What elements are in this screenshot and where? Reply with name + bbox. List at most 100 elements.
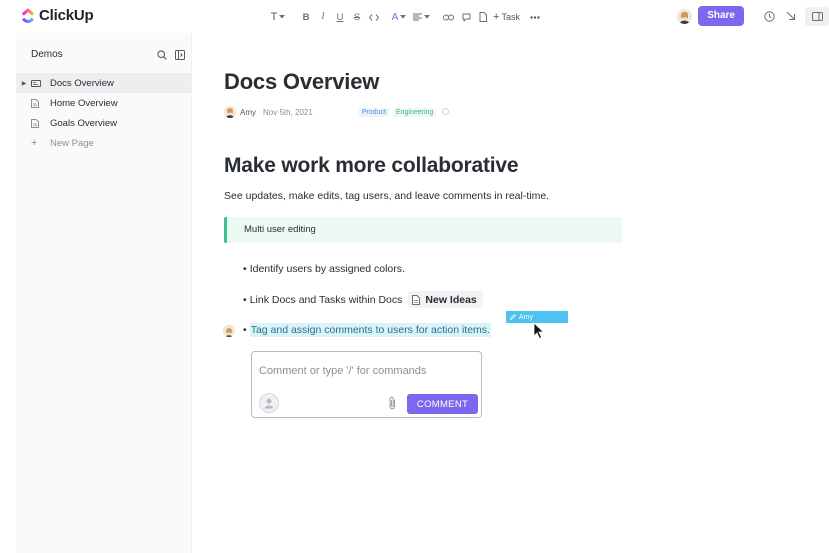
doc-meta: Amy Nov 5th, 2021 Product Engineering [224, 106, 452, 118]
add-tag-button[interactable] [439, 107, 452, 118]
italic-button[interactable]: I [318, 9, 328, 25]
add-task-button[interactable]: + Task [493, 9, 520, 25]
header-actions: Share [677, 6, 829, 26]
section-heading[interactable]: Make work more collaborative [224, 154, 519, 178]
sidebar-toggle-icon[interactable] [175, 50, 185, 60]
doc-overview-icon [31, 79, 43, 87]
app-name: ClickUp [39, 7, 94, 24]
text-style-icon: T [270, 11, 278, 23]
bullet-dot: • [243, 263, 247, 275]
task-label: Task [501, 12, 520, 22]
bullet-dot: • [243, 324, 247, 336]
page-icon [31, 98, 43, 108]
sidebar-actions [157, 50, 185, 60]
italic-icon: I [321, 12, 325, 22]
chevron-down-icon [423, 15, 430, 19]
more-button[interactable] [529, 9, 541, 25]
sidebar: Demos ▶ Docs Overview Home Overview Goal… [16, 33, 192, 553]
editor-toolbar: T B I U S A + Task [268, 9, 541, 25]
commenter-avatar [259, 393, 279, 413]
document-icon [412, 294, 421, 305]
bullet-item[interactable]: • Tag and assign comments to users for a… [243, 323, 491, 337]
insert-doc-button[interactable] [477, 9, 489, 25]
page-icon [31, 118, 43, 128]
strikethrough-icon: S [353, 11, 361, 23]
highlighted-text: Tag and assign comments to users for act… [249, 323, 491, 337]
doc-title[interactable]: Docs Overview [224, 69, 379, 95]
comment-input[interactable] [259, 365, 474, 377]
section-subtitle[interactable]: See updates, make edits, tag users, and … [224, 190, 549, 202]
clickup-logo-icon [21, 7, 35, 23]
mouse-pointer-icon [533, 322, 545, 340]
history-button[interactable] [763, 8, 775, 24]
underline-icon: U [336, 11, 344, 23]
strikethrough-button[interactable]: S [352, 9, 362, 25]
share-button[interactable]: Share [698, 6, 744, 26]
comment-box: COMMENT [251, 351, 482, 418]
collaborator-avatar [223, 324, 235, 342]
tag-icon [442, 107, 450, 115]
sidebar-item-label: Goals Overview [50, 117, 118, 129]
bullet-item[interactable]: • Link Docs and Tasks within Docs New Id… [243, 291, 483, 308]
top-bar: ClickUp T B I U S A + Task Share [0, 0, 829, 33]
document-icon [479, 12, 487, 22]
callout-block[interactable]: Multi user editing [224, 217, 622, 243]
chevron-down-icon [400, 15, 407, 19]
text-color-button[interactable]: A [390, 9, 408, 25]
sidebar-title: Demos [31, 49, 63, 60]
bullet-text: Link Docs and Tasks within Docs [249, 293, 403, 306]
pencil-icon [510, 314, 516, 320]
collaborator-avatar-icon [223, 326, 235, 337]
new-page-label: New Page [50, 137, 94, 149]
code-icon [369, 13, 379, 21]
arrow-down-right-icon [786, 11, 795, 20]
tag-product[interactable]: Product [358, 107, 389, 117]
doc-date: Nov 5th, 2021 [263, 107, 313, 117]
bold-button[interactable]: B [301, 9, 311, 25]
bullet-dot: • [243, 293, 247, 306]
link-button[interactable] [442, 9, 454, 25]
search-icon[interactable] [157, 50, 167, 60]
text-style-button[interactable]: T [268, 9, 288, 25]
author-avatar-icon [224, 106, 236, 118]
underline-button[interactable]: U [335, 9, 345, 25]
collapse-button[interactable] [785, 8, 797, 24]
cursor-user-name: Amy [519, 313, 533, 321]
user-avatar-icon [677, 8, 693, 24]
bullet-text: Identify users by assigned colors. [249, 263, 405, 275]
sidebar-item-docs-overview[interactable]: ▶ Docs Overview [16, 73, 191, 93]
comment-submit-button[interactable]: COMMENT [407, 394, 478, 414]
more-dots-icon [530, 15, 540, 19]
plus-icon: + [493, 11, 500, 23]
clock-icon [763, 10, 775, 22]
tag-engineering[interactable]: Engineering [392, 107, 437, 117]
sidebar-item-label: Home Overview [50, 97, 118, 109]
sidebar-item-goals-overview[interactable]: Goals Overview [16, 113, 191, 133]
panel-right-icon [811, 11, 823, 21]
comment-button[interactable] [460, 9, 472, 25]
sidebar-item-label: Docs Overview [50, 77, 114, 89]
align-button[interactable] [412, 9, 430, 25]
new-page-button[interactable]: + New Page [16, 133, 191, 153]
paperclip-icon[interactable] [388, 396, 397, 410]
link-icon [442, 14, 454, 20]
bullet-item[interactable]: • Identify users by assigned colors. [243, 263, 405, 275]
linked-doc-title: New Ideas [425, 293, 477, 306]
author-name: Amy [240, 107, 256, 117]
align-left-icon [412, 13, 422, 21]
text-color-icon: A [391, 11, 399, 23]
callout-text: Multi user editing [244, 224, 316, 235]
code-button[interactable] [368, 9, 380, 25]
plus-icon: + [31, 137, 38, 149]
speech-bubble-icon [462, 13, 470, 21]
author-avatar [224, 106, 236, 118]
chevron-down-icon [279, 15, 286, 19]
bold-icon: B [302, 11, 310, 23]
clickup-logo[interactable]: ClickUp [21, 7, 94, 24]
user-avatar[interactable] [677, 8, 693, 24]
caret-right-icon[interactable]: ▶ [19, 80, 29, 87]
user-placeholder-icon [264, 398, 274, 408]
sidebar-item-home-overview[interactable]: Home Overview [16, 93, 191, 113]
linked-doc-chip[interactable]: New Ideas [408, 291, 483, 308]
sidebar-panel-button[interactable] [805, 6, 829, 26]
